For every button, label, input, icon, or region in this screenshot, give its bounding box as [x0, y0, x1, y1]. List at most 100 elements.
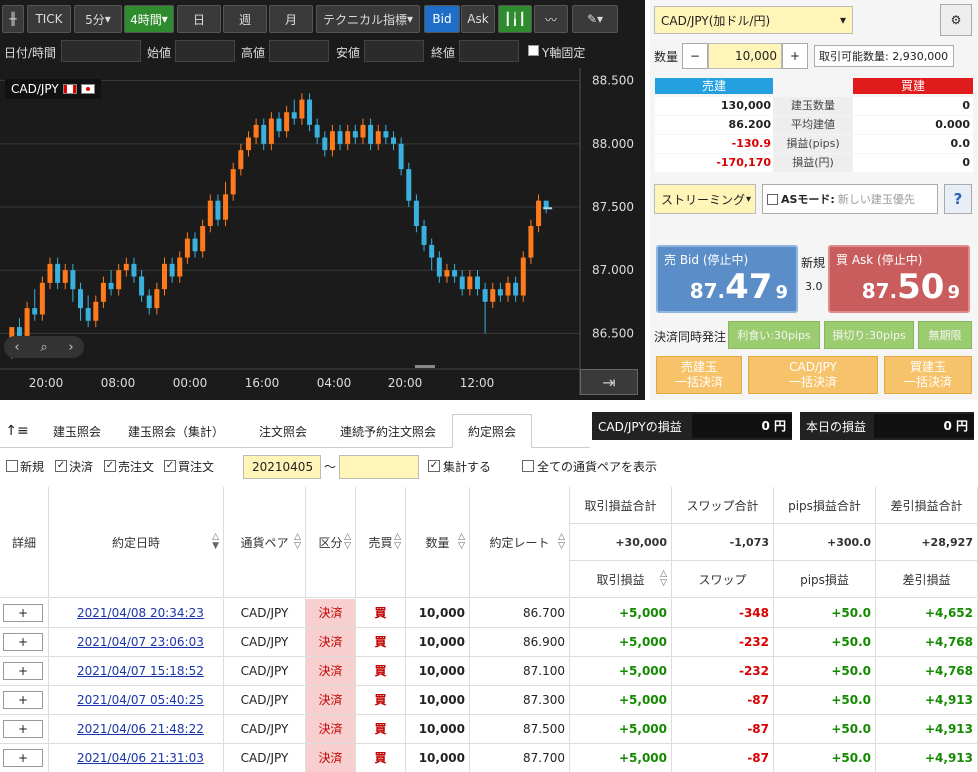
sort-icon[interactable]: △ ▽	[558, 533, 565, 551]
gear-icon[interactable]: ⚙	[940, 4, 972, 36]
header-rate[interactable]: 約定レート △ ▽	[470, 487, 570, 598]
close-all-sell-button[interactable]: 売建玉 一括決済	[656, 356, 742, 394]
date-from-input[interactable]: 20210405	[243, 455, 321, 479]
tick-button[interactable]: TICK	[27, 5, 71, 33]
table-row[interactable]: +2021/04/07 05:40:25 CAD/JPY 決済 買 10,000 87.3…	[0, 686, 978, 715]
candle-body	[85, 308, 91, 321]
candle-body	[215, 200, 221, 220]
table-cell: +50.0	[774, 657, 876, 685]
tab-positions[interactable]: 建玉照会	[38, 414, 116, 448]
table-cell: CAD/JPY	[224, 599, 306, 627]
chevron-right-icon[interactable]: ›	[68, 340, 73, 355]
candle-body	[536, 200, 542, 226]
table-row[interactable]: +2021/04/08 20:34:23 CAD/JPY 決済 買 10,000 86.7…	[0, 599, 978, 628]
qty-input[interactable]: 10,000	[708, 43, 782, 69]
table-row[interactable]: +2021/04/07 23:06:03 CAD/JPY 決済 買 10,000 86.9…	[0, 628, 978, 657]
exec-date-link[interactable]: 2021/04/06 21:31:03	[49, 744, 223, 772]
close-all-buy-button[interactable]: 買建玉 一括決済	[884, 356, 972, 394]
candle-body	[337, 131, 343, 144]
sort-icon[interactable]: △ ▼	[212, 533, 219, 551]
tab-continuous-orders[interactable]: 連続予約注文照会	[330, 414, 446, 448]
table-row[interactable]: +2021/04/06 21:31:03 CAD/JPY 決済 買 10,000 87.7…	[0, 744, 978, 772]
draw-tool-icon[interactable]: ✎▾	[572, 5, 618, 33]
header-qty[interactable]: 数量 △ ▽	[406, 487, 470, 598]
header-side[interactable]: 売買 △ ▽	[356, 487, 406, 598]
ask-button[interactable]: Ask	[461, 5, 495, 33]
exec-date-link[interactable]: 2021/04/08 20:34:23	[49, 599, 223, 627]
candle-body	[307, 99, 313, 125]
period-label: 5分	[85, 12, 105, 27]
chart-nav-control[interactable]: ‹ ⌕ ›	[4, 336, 84, 358]
all-pairs-checkbox[interactable]	[522, 460, 534, 472]
help-button[interactable]: ?	[944, 184, 972, 214]
high-label: 高値	[241, 46, 266, 60]
as-mode-checkbox[interactable]	[767, 193, 778, 205]
no-limit-button[interactable]: 無期限	[918, 321, 972, 349]
buy-ask-button[interactable]: 買 Ask (停止中) 87.50 9	[828, 245, 970, 313]
filter-new-checkbox[interactable]	[6, 460, 18, 472]
aggregate-checkbox[interactable]: ✓	[428, 460, 440, 472]
order-mode-select[interactable]: ストリーミング ▾	[654, 184, 756, 214]
table-cell: 87.100	[470, 657, 570, 685]
date-to-input[interactable]	[339, 455, 419, 479]
scroll-latest-button[interactable]: ⇥	[580, 369, 638, 395]
filter-settle-checkbox[interactable]: ✓	[55, 460, 67, 472]
pair-select[interactable]: CAD/JPY(加ドル/円) ▾	[654, 6, 853, 34]
sort-icon[interactable]: △ ▽	[394, 533, 401, 551]
close-buy-line1: 買建玉	[909, 360, 946, 374]
candle-icon[interactable]: ╫	[2, 5, 24, 33]
qty-plus-button[interactable]: +	[782, 43, 808, 69]
candle-body	[284, 112, 290, 132]
candle-chart-icon[interactable]: ┃╽┃	[498, 5, 532, 33]
table-row[interactable]: +2021/04/06 21:48:22 CAD/JPY 決済 買 10,000 87.5…	[0, 715, 978, 744]
as-mode-box[interactable]: ASモード: 新しい建玉優先	[762, 184, 938, 214]
technical-indicator-button[interactable]: テクニカル指標 ▾	[316, 5, 420, 33]
table-row[interactable]: +2021/04/07 15:18:52 CAD/JPY 決済 買 10,000 87.1…	[0, 657, 978, 686]
search-icon[interactable]: ⌕	[40, 340, 47, 355]
filter-buy-checkbox[interactable]: ✓	[164, 460, 176, 472]
sort-list-icon[interactable]: ↑≡	[2, 414, 32, 448]
header-tpl[interactable]: 取引損益 △ ▽	[570, 561, 672, 598]
header-kind[interactable]: 区分 △ ▽	[306, 487, 356, 598]
sort-icon[interactable]: △ ▽	[660, 570, 667, 588]
scroll-thumb[interactable]	[415, 365, 435, 368]
day-button[interactable]: 日	[177, 5, 221, 33]
exec-date-link[interactable]: 2021/04/07 05:40:25	[49, 686, 223, 714]
qty-minus-button[interactable]: −	[682, 43, 708, 69]
y-fixed-checkbox[interactable]	[528, 45, 539, 56]
close-all-pair-button[interactable]: CAD/JPY 一括決済	[748, 356, 878, 394]
detail-plus-button[interactable]: +	[3, 749, 43, 767]
sort-icon[interactable]: △ ▽	[458, 533, 465, 551]
detail-plus-button[interactable]: +	[3, 720, 43, 738]
filter-sell-checkbox[interactable]: ✓	[104, 460, 116, 472]
period-5min-button[interactable]: 5分 ▾	[74, 5, 122, 33]
sort-icon[interactable]: △ ▽	[344, 533, 351, 551]
detail-plus-button[interactable]: +	[3, 662, 43, 680]
line-chart-icon[interactable]: 〰	[534, 5, 568, 33]
table-cell: 2021/04/08 20:34:23	[49, 599, 224, 627]
interval-4h-button[interactable]: 4時間 ▾	[124, 5, 174, 33]
table-cell: 決済	[306, 599, 356, 627]
header-pair[interactable]: 通貨ペア △ ▽	[224, 487, 306, 598]
week-button[interactable]: 週	[223, 5, 267, 33]
chevron-left-icon[interactable]: ‹	[14, 340, 19, 355]
table-cell: -87	[672, 715, 774, 743]
bid-button[interactable]: Bid	[424, 5, 460, 33]
stop-loss-button[interactable]: 損切り:30pips	[824, 321, 914, 349]
exec-date-link[interactable]: 2021/04/07 15:18:52	[49, 657, 223, 685]
sort-icon[interactable]: △ ▽	[294, 533, 301, 551]
open-label: 始値	[147, 46, 172, 60]
sell-bid-button[interactable]: 売 Bid (停止中) 87.47 9	[656, 245, 798, 313]
exec-date-link[interactable]: 2021/04/06 21:48:22	[49, 715, 223, 743]
sell-bid-price: 87.47 9	[690, 267, 788, 307]
tab-executions[interactable]: 約定照会	[452, 414, 532, 448]
detail-plus-button[interactable]: +	[3, 633, 43, 651]
take-profit-button[interactable]: 利食い:30pips	[728, 321, 820, 349]
tab-positions-summary[interactable]: 建玉照会（集計）	[120, 414, 232, 448]
exec-date-link[interactable]: 2021/04/07 23:06:03	[49, 628, 223, 656]
detail-plus-button[interactable]: +	[3, 691, 43, 709]
tab-orders[interactable]: 注文照会	[240, 414, 326, 448]
month-button[interactable]: 月	[269, 5, 313, 33]
header-date[interactable]: 約定日時 △ ▼	[49, 487, 224, 598]
detail-plus-button[interactable]: +	[3, 604, 43, 622]
